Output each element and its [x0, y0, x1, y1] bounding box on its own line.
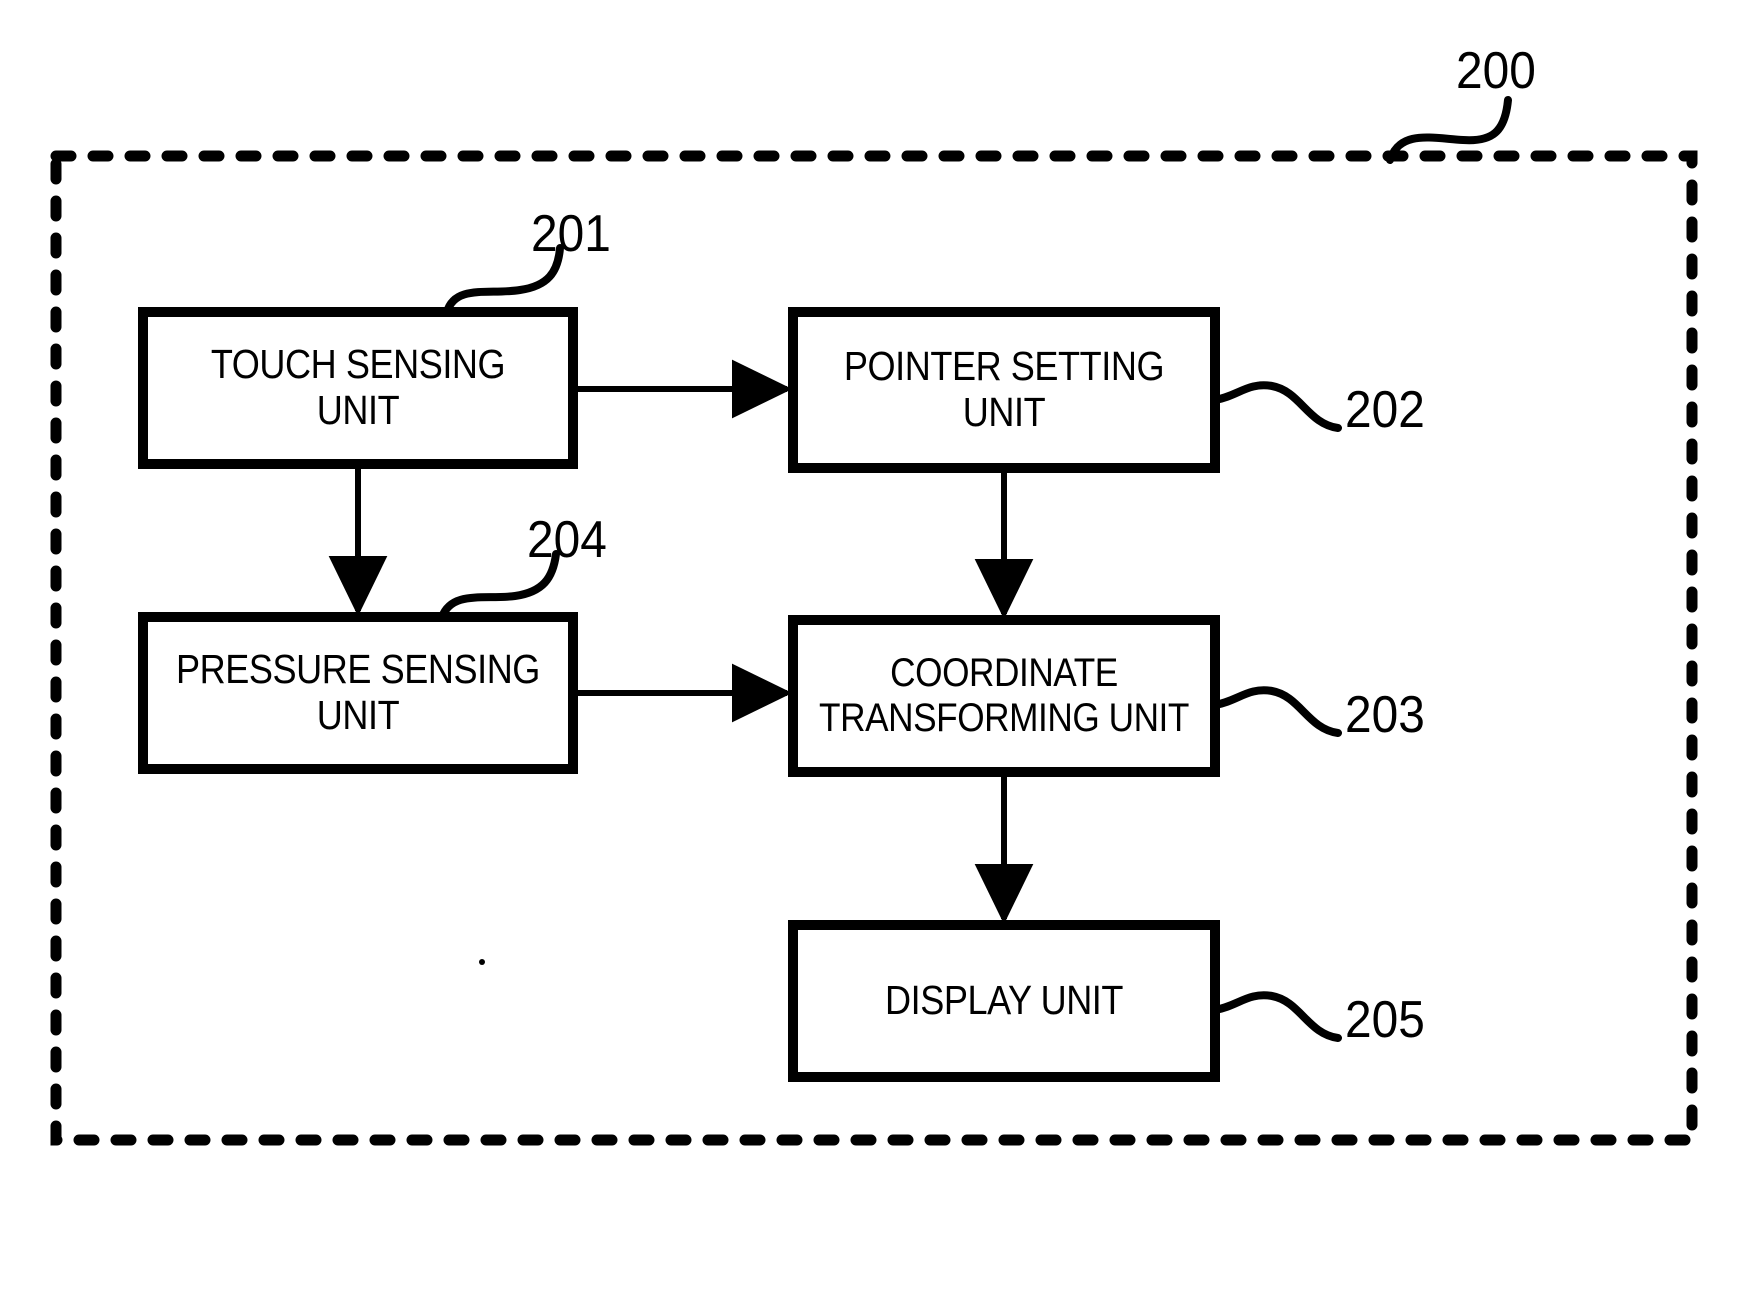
block-display-unit [788, 920, 1220, 1082]
reference-numeral-204: 204 [527, 511, 607, 569]
patent-figure: TOUCH SENSING UNIT POINTER SETTING UNIT … [0, 0, 1746, 1315]
reference-numeral-200: 200 [1456, 42, 1536, 100]
leader-line-202 [1211, 381, 1342, 432]
reference-numeral-201: 201 [531, 205, 611, 263]
block-coordinate-transforming-unit [788, 615, 1220, 777]
reference-numeral-203: 203 [1345, 686, 1425, 744]
leader-line-200 [1386, 96, 1512, 164]
diagram-vector-layer [50, 96, 1698, 1146]
leader-line-203 [1211, 686, 1342, 737]
scan-artifact-speck [479, 959, 485, 965]
leader-line-205 [1211, 991, 1342, 1042]
block-pressure-sensing-unit [138, 612, 578, 774]
reference-numeral-202: 202 [1345, 381, 1425, 439]
block-touch-sensing-unit [138, 307, 578, 469]
reference-numeral-205: 205 [1345, 991, 1425, 1049]
block-pointer-setting-unit [788, 307, 1220, 473]
